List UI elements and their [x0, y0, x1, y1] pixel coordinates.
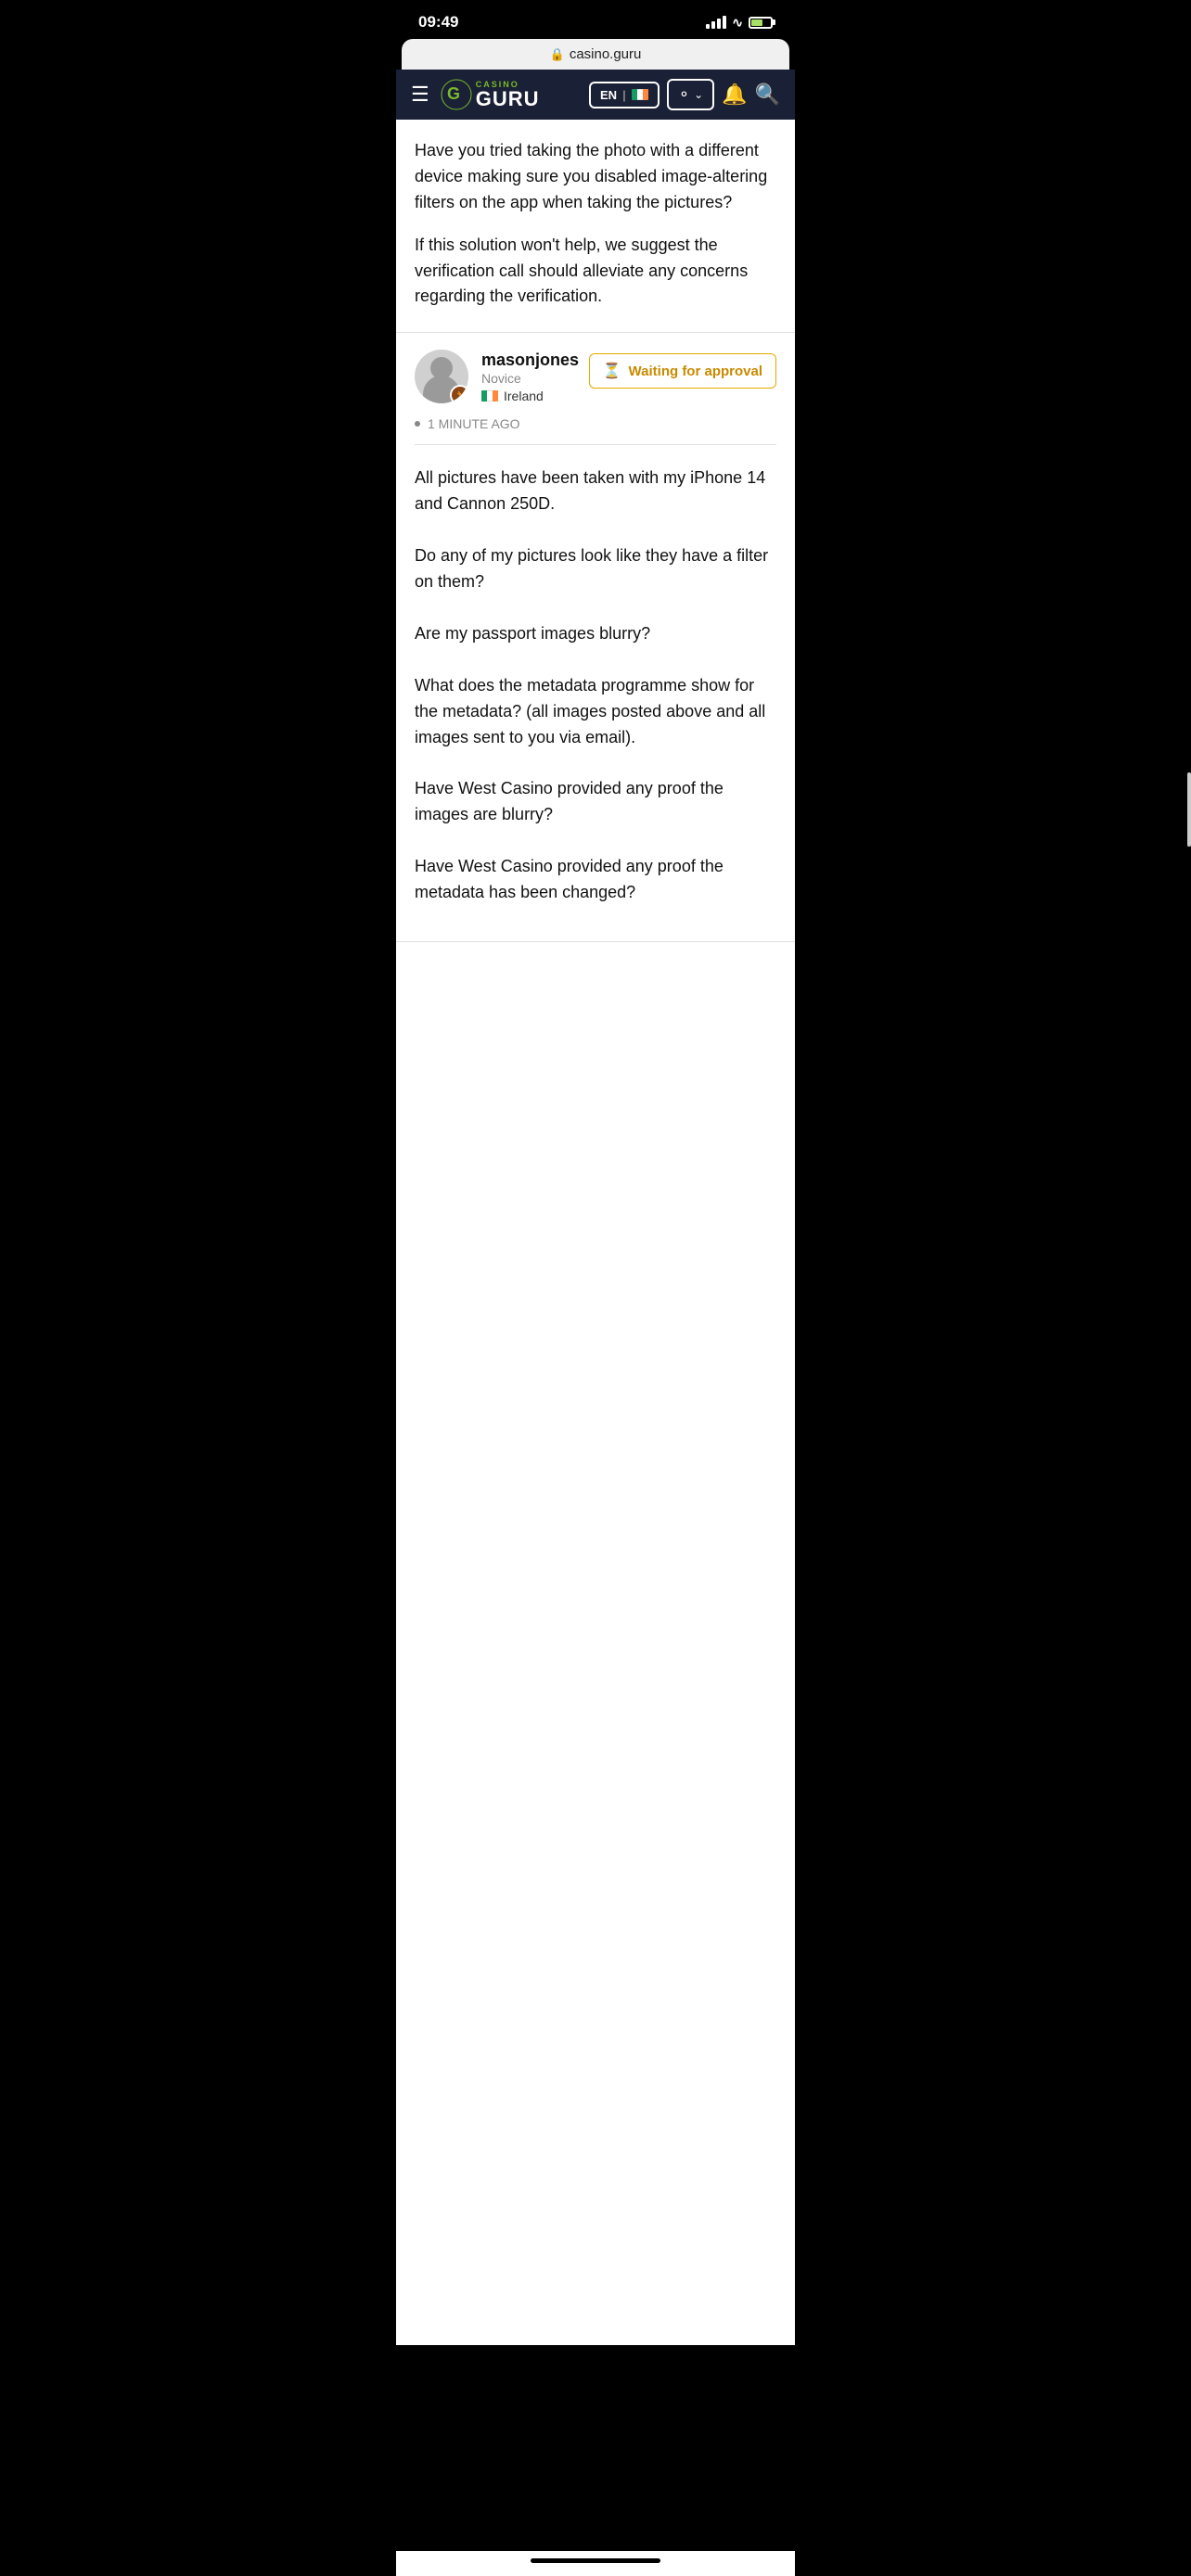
- user-button[interactable]: ⚬ ⌄: [667, 79, 714, 110]
- timestamp-text: 1 MINUTE AGO: [428, 416, 520, 431]
- logo-icon: G: [441, 79, 472, 110]
- status-time: 09:49: [418, 13, 458, 32]
- avatar-badge: 🏃: [450, 385, 468, 403]
- status-bar: 09:49 ∿: [396, 0, 795, 39]
- post-section: 🏃 masonjones Novice Ireland: [396, 333, 795, 942]
- approval-badge: ⏳ Waiting for approval: [589, 353, 776, 389]
- svg-text:G: G: [447, 84, 460, 103]
- logo-guru-text: GURU: [476, 89, 540, 109]
- url-text: casino.guru: [570, 46, 642, 62]
- prev-paragraph-1: Have you tried taking the photo with a d…: [415, 138, 776, 216]
- home-indicator-area: [396, 2551, 795, 2576]
- post-paragraph-4: What does the metadata programme show fo…: [415, 673, 776, 751]
- post-paragraph-2: Do any of my pictures look like they hav…: [415, 543, 776, 595]
- address-bar[interactable]: 🔒 casino.guru: [402, 39, 789, 70]
- signal-icon: [706, 16, 726, 29]
- post-paragraph-1: All pictures have been taken with my iPh…: [415, 465, 776, 517]
- post-paragraph-6: Have West Casino provided any proof the …: [415, 854, 776, 906]
- user-icon: ⚬: [678, 85, 690, 104]
- user-role: Novice: [481, 371, 579, 386]
- post-body: All pictures have been taken with my iPh…: [396, 445, 795, 941]
- scrollbar[interactable]: [1187, 772, 1191, 847]
- battery-icon: [749, 17, 773, 29]
- country-name: Ireland: [504, 389, 544, 403]
- main-content: Have you tried taking the photo with a d…: [396, 120, 795, 2345]
- language-button[interactable]: EN |: [589, 82, 660, 108]
- hourglass-icon: ⏳: [603, 362, 621, 380]
- approval-status-text: Waiting for approval: [629, 363, 762, 379]
- user-details: masonjones Novice Ireland: [481, 351, 579, 403]
- avatar: 🏃: [415, 350, 468, 403]
- user-country: Ireland: [481, 389, 579, 403]
- post-paragraph-5: Have West Casino provided any proof the …: [415, 776, 776, 828]
- lang-label: EN: [600, 88, 617, 102]
- ireland-flag: [632, 89, 648, 100]
- home-indicator: [531, 2558, 660, 2563]
- search-icon[interactable]: 🔍: [755, 83, 780, 107]
- hamburger-button[interactable]: ☰: [411, 84, 429, 105]
- post-header: 🏃 masonjones Novice Ireland: [396, 333, 795, 403]
- prev-paragraph-2: If this solution won't help, we suggest …: [415, 233, 776, 311]
- post-paragraph-3: Are my passport images blurry?: [415, 621, 776, 647]
- nav-right-buttons: EN | ⚬ ⌄ 🔔 🔍: [589, 79, 780, 110]
- wifi-icon: ∿: [732, 15, 743, 31]
- logo[interactable]: G CASINO GURU: [441, 79, 578, 110]
- notification-bell-icon[interactable]: 🔔: [722, 83, 747, 107]
- lock-icon: 🔒: [550, 47, 565, 62]
- status-icons: ∿: [706, 15, 773, 31]
- user-info: 🏃 masonjones Novice Ireland: [415, 350, 579, 403]
- chevron-down-icon: ⌄: [694, 88, 703, 101]
- previous-message-text: Have you tried taking the photo with a d…: [415, 138, 776, 310]
- navbar: ☰ G CASINO GURU EN | ⚬ ⌄ 🔔: [396, 70, 795, 120]
- username[interactable]: masonjones: [481, 351, 579, 370]
- bottom-divider: [396, 941, 795, 942]
- country-flag: [481, 390, 498, 402]
- post-timestamp: 1 MINUTE AGO: [396, 403, 795, 431]
- timestamp-dot: [415, 421, 420, 427]
- previous-message-section: Have you tried taking the photo with a d…: [396, 120, 795, 333]
